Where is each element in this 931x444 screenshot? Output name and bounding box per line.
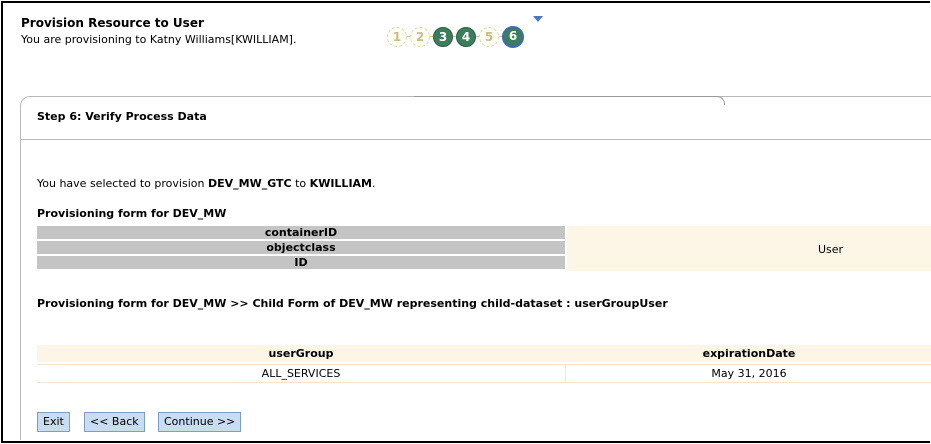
- summary-resource: DEV_MW_GTC: [207, 177, 292, 190]
- back-button[interactable]: << Back: [84, 412, 145, 432]
- form2-header-row: userGroup expirationDate: [37, 345, 931, 362]
- form1-table: containerID objectclass ID User: [37, 226, 931, 272]
- cell-divider: [565, 365, 566, 382]
- continue-button[interactable]: Continue >>: [158, 412, 242, 432]
- wizard-step-3[interactable]: 3: [433, 27, 453, 47]
- form1-value: User: [818, 243, 844, 256]
- wizard-step-6[interactable]: 6: [502, 26, 524, 48]
- cell-expirationdate: May 31, 2016: [711, 367, 787, 380]
- wizard-step-2[interactable]: 2: [410, 27, 430, 47]
- wizard-step-5[interactable]: 5: [479, 27, 499, 47]
- exit-button[interactable]: Exit: [37, 412, 70, 432]
- form1-value-cell: User: [567, 226, 931, 271]
- form1-label-containerid: containerID: [37, 226, 565, 241]
- table-row: ALL_SERVICES May 31, 2016: [37, 364, 931, 383]
- wizard-step-1[interactable]: 1: [387, 27, 407, 47]
- column-header-expirationdate: expirationDate: [702, 347, 796, 360]
- provision-summary: You have selected to provision DEV_MW_GT…: [37, 177, 376, 190]
- cell-usergroup: ALL_SERVICES: [261, 367, 341, 380]
- summary-prefix: You have selected to provision: [37, 177, 208, 190]
- summary-user: KWILLIAM: [309, 177, 372, 190]
- divider: [21, 139, 931, 140]
- page-subtitle: You are provisioning to Katny Williams[K…: [21, 33, 297, 46]
- step-heading: Step 6: Verify Process Data: [37, 110, 207, 123]
- page-title: Provision Resource to User: [21, 16, 204, 30]
- form1-label-id: ID: [37, 256, 565, 271]
- wizard-step-4[interactable]: 4: [456, 27, 476, 47]
- form1-label-objectclass: objectclass: [37, 241, 565, 256]
- form2-title: Provisioning form for DEV_MW >> Child Fo…: [37, 297, 668, 310]
- form1-title: Provisioning form for DEV_MW: [37, 207, 227, 220]
- panel-tab-outline: [414, 96, 725, 105]
- current-step-marker-icon: [533, 16, 543, 22]
- summary-suffix: .: [372, 177, 376, 190]
- summary-middle: to: [291, 177, 310, 190]
- column-header-usergroup: userGroup: [268, 347, 334, 360]
